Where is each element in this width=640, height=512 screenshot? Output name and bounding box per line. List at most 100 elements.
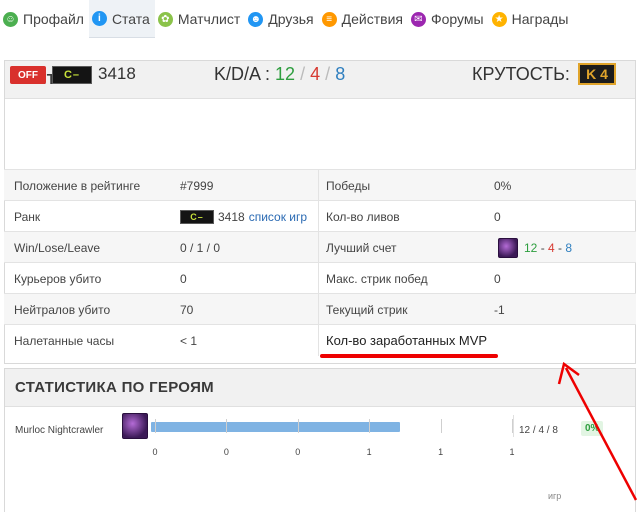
chart-tick-label: 1	[438, 447, 444, 457]
stats-row: Win/Lose/Leave 0 / 1 / 0 Лучший счет 12 - 4…	[4, 231, 636, 263]
stat-label: Кол-во заработанных MVP	[326, 325, 487, 356]
chart-gridline	[297, 419, 299, 433]
nav-tab-label: Стата	[111, 10, 150, 27]
mvp-label: Кол-во заработанных MVP	[326, 333, 488, 348]
nav-tab-5[interactable]: ✉ Форумы	[408, 0, 489, 38]
stat-label: Лучший счет	[326, 240, 397, 255]
games-bar-chart	[151, 422, 507, 432]
kda-summary: K/D/A : 12 / 4 / 8	[214, 64, 345, 85]
best-assists: 8	[565, 240, 573, 255]
top-nav: ☺ Профайл i Стата ✿ Матчлист ☻ Друзья ≡ Действия ✉…	[0, 0, 640, 38]
stats-icon: i	[91, 11, 107, 26]
stat-label: Ранк	[14, 209, 41, 224]
column-divider	[318, 170, 319, 201]
column-divider	[318, 325, 319, 356]
nav-tab-1[interactable]: i Стата	[88, 0, 155, 38]
mmr-value: 3418	[98, 64, 136, 83]
matchlist-icon: ✿	[157, 11, 173, 27]
kda-assists: 8	[335, 64, 346, 84]
hero-name[interactable]: Murloc Nightcrawler	[15, 425, 103, 436]
best-match-hero-icon[interactable]	[498, 237, 518, 258]
stat-value: -1	[494, 302, 505, 317]
off-badge: OFF	[10, 66, 46, 84]
forums-icon: ✉	[410, 11, 426, 27]
stat-value: #7999	[180, 178, 214, 193]
chart-gridline	[440, 419, 442, 433]
kda-separator: /	[300, 64, 306, 84]
chart-tick-label: 1	[366, 447, 372, 457]
divider	[513, 415, 514, 437]
rank-badge-small: C–	[180, 209, 214, 224]
heroes-panel: СТАТИСТИКА ПО ГЕРОЯМ Murloc Nightcrawler…	[4, 368, 636, 512]
nav-tab-4[interactable]: ≡ Действия	[319, 0, 408, 38]
stats-row: Положение в рейтинге #7999 Победы 0%	[4, 169, 636, 201]
stat-label: Макс. стрик побед	[326, 271, 428, 286]
games-list-link[interactable]: список игр	[249, 210, 307, 224]
nav-tab-0[interactable]: ☺ Профайл	[0, 0, 89, 38]
kda-kills: 12	[275, 64, 296, 84]
nav-tab-label: Профайл	[23, 11, 84, 27]
column-divider	[318, 263, 319, 294]
stats-row: Налетанные часы < 1 Кол-во заработанных MV…	[4, 324, 636, 356]
stat-label: Нейтралов убито	[14, 302, 111, 317]
games-bar	[151, 422, 401, 432]
coolness-label: КРУТОСТЬ:	[472, 64, 570, 84]
stat-value: 0%	[494, 178, 512, 193]
chart-gridline	[226, 419, 228, 433]
nav-tab-label: Матчлист	[177, 11, 241, 27]
stat-value: 12 - 4 - 8	[498, 232, 572, 263]
nav-tab-label: Действия	[341, 11, 403, 27]
stat-label: Текущий стрик	[326, 302, 408, 317]
profile-icon: ☺	[3, 11, 18, 27]
coolness-badge: K 4	[578, 63, 616, 85]
kda-label: K/D/A :	[214, 64, 271, 84]
stat-label: Победы	[326, 178, 371, 193]
stat-label: Положение в рейтинге	[14, 178, 141, 193]
nav-tab-label: Друзья	[268, 11, 314, 27]
nav-tab-6[interactable]: ★ Награды	[489, 0, 574, 38]
column-divider	[318, 201, 319, 232]
stats-row: Курьеров убито 0 Макс. стрик побед 0	[4, 262, 636, 294]
chart-tick-label: 1	[509, 447, 515, 457]
stats-row: Ранк C– 3418 список игр Кол-во ливов 0	[4, 200, 636, 232]
stat-value: 0	[494, 271, 501, 286]
chart-x-unit: игр	[548, 491, 562, 501]
column-divider	[318, 232, 319, 263]
chart-tick-label: 0	[152, 447, 158, 457]
chart-gridline	[369, 419, 371, 433]
stat-value: C– 3418 список игр	[180, 201, 307, 232]
kda-deaths: 4	[310, 64, 321, 84]
hero-row: Murloc Nightcrawler 0 0 0 1 1 1 12 / 4 / 8 0%…	[5, 413, 637, 501]
mvp-underline-annotation	[320, 354, 498, 358]
best-deaths: 4	[548, 240, 555, 255]
stat-label: Курьеров убито	[14, 271, 102, 286]
chart-tick-label: 0	[295, 447, 301, 457]
actions-icon: ≡	[321, 11, 337, 27]
stat-label: Налетанные часы	[14, 333, 115, 348]
nav-tab-2[interactable]: ✿ Матчлист	[155, 0, 245, 38]
stat-value: < 1	[180, 333, 198, 348]
awards-icon: ★	[491, 11, 507, 27]
rank-value: 3418	[218, 209, 245, 224]
stat-label: Кол-во ливов	[326, 209, 400, 224]
nav-tab-label: Награды	[511, 11, 569, 27]
hero-winrate-badge: 0%	[581, 421, 604, 436]
nav-tab-3[interactable]: ☻ Друзья	[245, 0, 318, 38]
best-kills: 12	[524, 240, 538, 255]
stat-value: 0 / 1 / 0	[180, 240, 221, 255]
stat-value: 0	[494, 209, 501, 224]
kda-separator: /	[325, 64, 331, 84]
rank-badge: C–	[52, 66, 92, 84]
stats-row: Нейтралов убито 70 Текущий стрик -1	[4, 293, 636, 325]
separator: -	[537, 240, 549, 255]
heroes-panel-title: СТАТИСТИКА ПО ГЕРОЯМ	[5, 369, 635, 407]
chart-tick-label: 0	[223, 447, 229, 457]
hero-portrait-icon[interactable]	[122, 413, 148, 439]
separator: -	[554, 240, 566, 255]
nav-tab-label: Форумы	[430, 11, 484, 27]
stat-value: 70	[180, 302, 194, 317]
column-divider	[318, 294, 319, 325]
stat-value: 0	[180, 271, 187, 286]
stat-label: Win/Lose/Leave	[14, 240, 101, 255]
chart-gridline	[155, 419, 156, 433]
